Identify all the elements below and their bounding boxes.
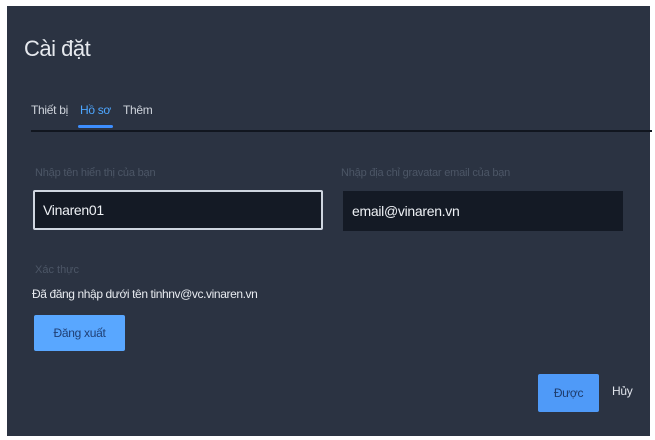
auth-section-label: Xác thực (35, 264, 80, 276)
tab-bar: Thiết bị Hồ sơ Thêm (31, 103, 164, 128)
logged-in-status: Đã đăng nhập dưới tên tinhnv@vc.vinaren.… (32, 287, 258, 301)
gravatar-email-label: Nhập địa chỉ gravatar email của bạn (341, 167, 511, 179)
ok-button[interactable]: Được (538, 374, 599, 412)
display-name-input[interactable] (33, 190, 323, 230)
gravatar-email-input[interactable] (343, 191, 623, 231)
logout-button[interactable]: Đăng xuất (34, 315, 125, 351)
dialog-title: Cài đặt (24, 36, 91, 61)
tabs-divider (31, 130, 652, 132)
settings-dialog: Cài đặt Thiết bị Hồ sơ Thêm Nhập tên hiể… (7, 6, 652, 436)
tab-profile[interactable]: Hồ sơ (77, 103, 114, 128)
tab-more[interactable]: Thêm (123, 103, 153, 125)
display-name-label: Nhập tên hiển thị của bạn (35, 167, 156, 179)
cancel-button[interactable]: Hủy (612, 384, 633, 398)
tab-devices[interactable]: Thiết bị (31, 103, 68, 125)
